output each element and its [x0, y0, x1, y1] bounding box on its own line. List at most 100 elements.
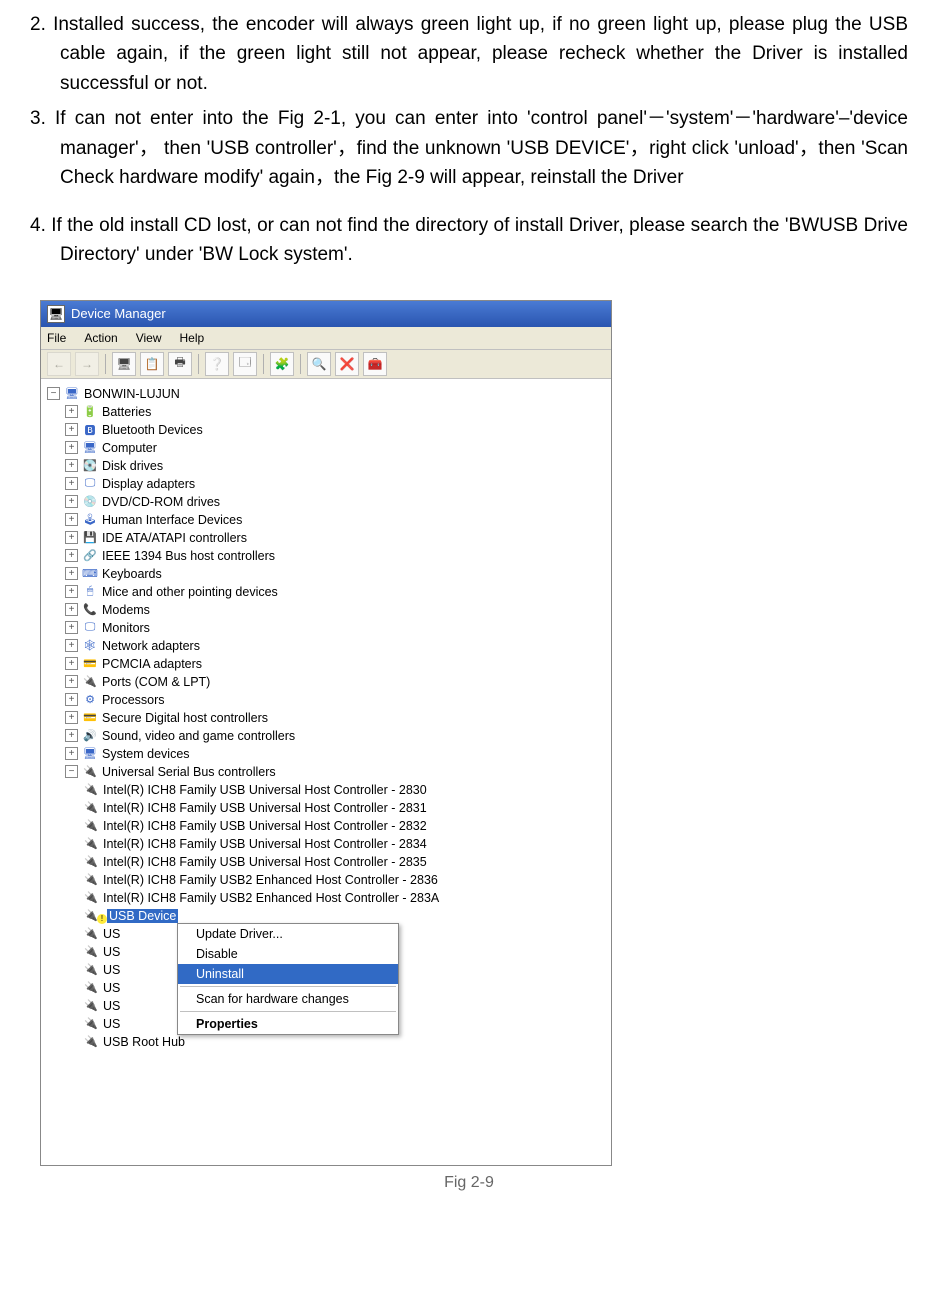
tree-category[interactable]: +🕹Human Interface Devices — [47, 511, 611, 529]
expand-icon[interactable]: + — [65, 459, 78, 472]
expand-icon[interactable]: + — [65, 675, 78, 688]
expand-icon[interactable]: + — [65, 549, 78, 562]
expand-icon[interactable]: + — [65, 729, 78, 742]
expand-icon[interactable]: + — [65, 423, 78, 436]
usb-icon: 🔌 — [83, 818, 99, 834]
toolbar-btn-8[interactable]: ❌ — [335, 352, 359, 376]
category-label: Mice and other pointing devices — [102, 585, 278, 599]
tree-usb-root-hub[interactable]: 🔌USB Root Hub — [83, 1033, 611, 1051]
tree-category[interactable]: +🖵Monitors — [47, 619, 611, 637]
tree-category[interactable]: +🖵Display adapters — [47, 475, 611, 493]
tree-usb-controller[interactable]: 🔌Intel(R) ICH8 Family USB Universal Host… — [47, 799, 611, 817]
usb-icon: 🔌 — [83, 800, 99, 816]
toolbar-btn-2[interactable]: 📋 — [140, 352, 164, 376]
category-label: Secure Digital host controllers — [102, 711, 268, 725]
usb-controller-label: Intel(R) ICH8 Family USB Universal Host … — [103, 855, 427, 869]
tree-category[interactable]: +⌨Keyboards — [47, 565, 611, 583]
category-label: Modems — [102, 603, 150, 617]
category-icon: 🔋 — [82, 404, 98, 420]
tree-category[interactable]: +⚙Processors — [47, 691, 611, 709]
usb-trunc-label: US — [103, 999, 120, 1013]
tree-category[interactable]: +🔌Ports (COM & LPT) — [47, 673, 611, 691]
instruction-4: 4. If the old install CD lost, or can no… — [30, 211, 908, 270]
expand-icon[interactable]: + — [65, 747, 78, 760]
expand-icon[interactable]: + — [65, 585, 78, 598]
tree-usb-controller[interactable]: 🔌Intel(R) ICH8 Family USB Universal Host… — [47, 817, 611, 835]
tree-root-node[interactable]: − 🖥 BONWIN-LUJUN — [47, 385, 611, 403]
ctx-scan-hardware[interactable]: Scan for hardware changes — [178, 989, 398, 1009]
toolbar-btn-4[interactable]: ❔ — [205, 352, 229, 376]
computer-icon: 🖥 — [64, 386, 80, 402]
category-icon: 💾 — [82, 530, 98, 546]
back-button[interactable]: ← — [47, 352, 71, 376]
tree-category[interactable]: +💳Secure Digital host controllers — [47, 709, 611, 727]
expand-icon[interactable]: + — [65, 513, 78, 526]
tree-usb-controller[interactable]: 🔌Intel(R) ICH8 Family USB Universal Host… — [47, 853, 611, 871]
tree-usb-controller[interactable]: 🔌Intel(R) ICH8 Family USB Universal Host… — [47, 781, 611, 799]
expand-icon[interactable]: + — [65, 621, 78, 634]
tree-category[interactable]: +📞Modems — [47, 601, 611, 619]
toolbar-btn-1[interactable]: 🖥 — [112, 352, 136, 376]
tree-usb-controller[interactable]: 🔌Intel(R) ICH8 Family USB Universal Host… — [47, 835, 611, 853]
toolbar-btn-6[interactable]: 🧩 — [270, 352, 294, 376]
expand-icon[interactable]: + — [65, 657, 78, 670]
menu-file[interactable]: File — [47, 331, 66, 345]
expand-icon[interactable]: + — [65, 495, 78, 508]
toolbar-btn-9[interactable]: 🧰 — [363, 352, 387, 376]
menu-action[interactable]: Action — [84, 331, 117, 345]
tree-category[interactable]: +🖥System devices — [47, 745, 611, 763]
tree-category[interactable]: +🅱Bluetooth Devices — [47, 421, 611, 439]
tree-category[interactable]: +🔗IEEE 1394 Bus host controllers — [47, 547, 611, 565]
menu-help[interactable]: Help — [180, 331, 205, 345]
usb-device-label: USB Device — [107, 909, 178, 923]
ctx-disable[interactable]: Disable — [178, 944, 398, 964]
expand-icon[interactable]: + — [65, 567, 78, 580]
expand-icon[interactable]: + — [65, 693, 78, 706]
toolbar-btn-7[interactable]: 🔍 — [307, 352, 331, 376]
usb-icon: 🔌 — [83, 836, 99, 852]
menu-view[interactable]: View — [136, 331, 162, 345]
title-bar[interactable]: 🖥 Device Manager — [41, 301, 611, 327]
ctx-update-driver[interactable]: Update Driver... — [178, 924, 398, 944]
tree-category[interactable]: +🔊Sound, video and game controllers — [47, 727, 611, 745]
device-tree[interactable]: − 🖥 BONWIN-LUJUN +🔋Batteries+🅱Bluetooth … — [41, 379, 611, 1165]
ctx-properties[interactable]: Properties — [178, 1014, 398, 1034]
toolbar-btn-3[interactable]: 🖶 — [168, 352, 192, 376]
root-label: BONWIN-LUJUN — [84, 387, 180, 401]
tree-category[interactable]: −🔌Universal Serial Bus controllers — [47, 763, 611, 781]
usb-trunc-label: US — [103, 981, 120, 995]
category-label: PCMCIA adapters — [102, 657, 202, 671]
usb-icon: 🔌 — [83, 944, 99, 960]
tree-usb-controller[interactable]: 🔌Intel(R) ICH8 Family USB2 Enhanced Host… — [47, 871, 611, 889]
category-label: DVD/CD-ROM drives — [102, 495, 220, 509]
instruction-2: 2. Installed success, the encoder will a… — [30, 10, 908, 98]
tree-category[interactable]: +🕸Network adapters — [47, 637, 611, 655]
collapse-icon[interactable]: − — [65, 765, 78, 778]
toolbar-btn-5[interactable]: 🗔 — [233, 352, 257, 376]
tree-category[interactable]: +💿DVD/CD-ROM drives — [47, 493, 611, 511]
category-label: Network adapters — [102, 639, 200, 653]
expand-icon[interactable]: + — [65, 603, 78, 616]
collapse-icon[interactable]: − — [47, 387, 60, 400]
expand-icon[interactable]: + — [65, 639, 78, 652]
tree-category[interactable]: +🖥Computer — [47, 439, 611, 457]
tree-category[interactable]: +🔋Batteries — [47, 403, 611, 421]
expand-icon[interactable]: + — [65, 405, 78, 418]
tree-category[interactable]: +💽Disk drives — [47, 457, 611, 475]
category-icon: 🔌 — [82, 764, 98, 780]
expand-icon[interactable]: + — [65, 531, 78, 544]
expand-icon[interactable]: + — [65, 711, 78, 724]
tree-category[interactable]: +🖱Mice and other pointing devices — [47, 583, 611, 601]
tree-category[interactable]: +💾IDE ATA/ATAPI controllers — [47, 529, 611, 547]
expand-icon[interactable]: + — [65, 477, 78, 490]
forward-button[interactable]: → — [75, 352, 99, 376]
figure-caption: Fig 2-9 — [30, 1174, 908, 1192]
category-label: Ports (COM & LPT) — [102, 675, 210, 689]
tree-category[interactable]: +💳PCMCIA adapters — [47, 655, 611, 673]
category-label: Disk drives — [102, 459, 163, 473]
menu-bar: File Action View Help — [41, 327, 611, 350]
ctx-uninstall[interactable]: Uninstall — [178, 964, 398, 984]
tree-usb-controller[interactable]: 🔌Intel(R) ICH8 Family USB2 Enhanced Host… — [47, 889, 611, 907]
category-icon: 🕹 — [82, 512, 98, 528]
expand-icon[interactable]: + — [65, 441, 78, 454]
